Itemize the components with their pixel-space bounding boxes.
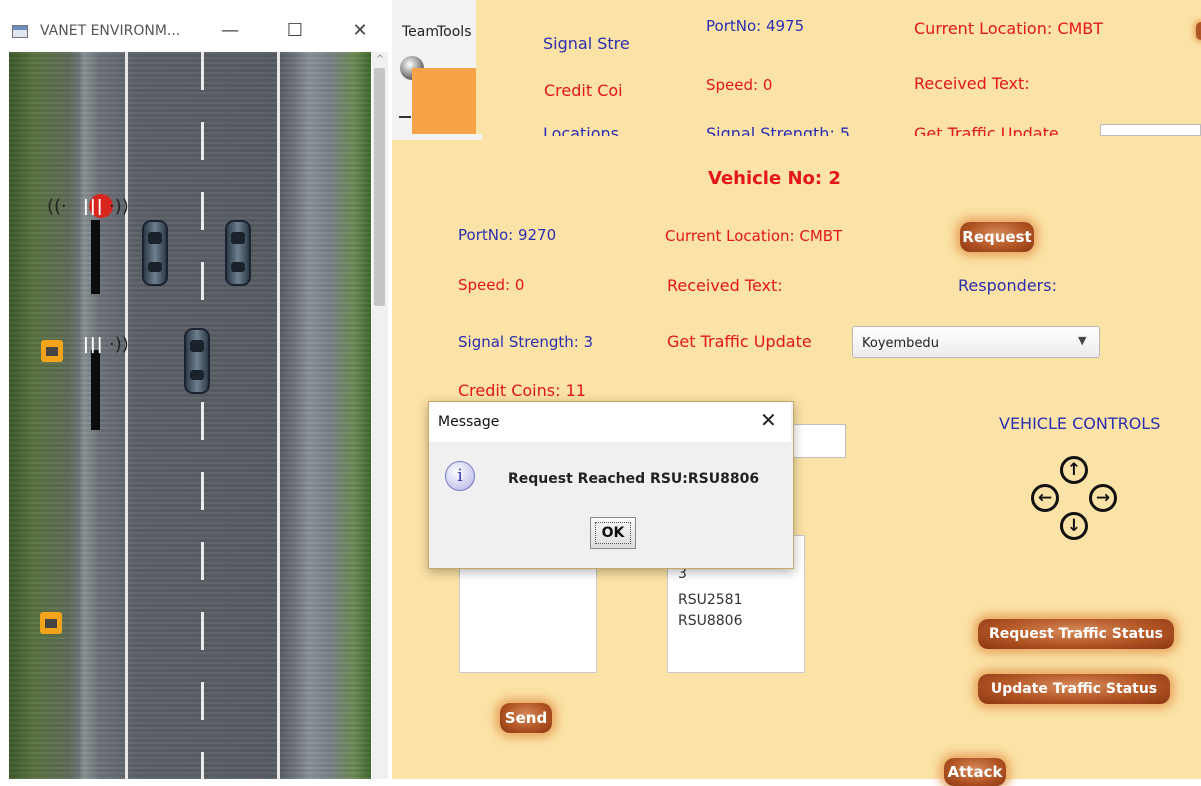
road-texture bbox=[9, 52, 371, 779]
tower-bars-icon: ||| bbox=[83, 334, 104, 353]
tower-bars-icon: ||| bbox=[83, 196, 104, 215]
back-signal-strength-label: Signal Stre bbox=[543, 34, 630, 53]
speed-label: Speed: 0 bbox=[458, 276, 525, 294]
signal-waves-icon: ((· bbox=[47, 196, 67, 217]
attack-button[interactable]: Attack bbox=[944, 758, 1006, 786]
list-item[interactable]: RSU2581 bbox=[678, 590, 743, 610]
information-icon: i bbox=[445, 461, 475, 491]
toolbar-separator bbox=[399, 116, 411, 118]
credit-coins-label: Credit Coins: 11 bbox=[458, 381, 586, 400]
ok-button-focus-ring bbox=[595, 522, 631, 544]
road-map-canvas: ||| ((· ·)) ||| ·)) bbox=[9, 52, 371, 779]
arrow-left-icon[interactable]: ← bbox=[1031, 484, 1059, 512]
request-traffic-status-button[interactable]: Request Traffic Status bbox=[978, 619, 1174, 649]
orange-panel bbox=[412, 68, 476, 134]
dialog-message: Request Reached RSU:RSU8806 bbox=[508, 471, 760, 487]
menu-team[interactable]: Team bbox=[402, 24, 439, 40]
update-traffic-status-button[interactable]: Update Traffic Status bbox=[978, 674, 1170, 704]
arrow-down-icon[interactable]: ↓ bbox=[1060, 512, 1088, 540]
send-button[interactable]: Send bbox=[500, 703, 552, 733]
lane-line-left bbox=[125, 52, 128, 779]
vehicle-number-heading: Vehicle No: 2 bbox=[708, 168, 841, 189]
message-text-field[interactable] bbox=[790, 424, 846, 458]
back-credit-coins-label: Credit Coi bbox=[544, 81, 623, 100]
port-no-label: PortNo: 9270 bbox=[458, 226, 557, 244]
dialog-title: Message bbox=[438, 414, 500, 430]
signal-strength-label: Signal Strength: 3 bbox=[458, 333, 594, 351]
back-port-no-label: PortNo: 4975 bbox=[706, 17, 805, 35]
current-location-label: Current Location: CMBT bbox=[665, 227, 843, 245]
traffic-location-value: Koyembedu bbox=[862, 336, 939, 351]
maximize-button[interactable]: ☐ bbox=[275, 14, 315, 48]
app-window-icon bbox=[12, 25, 28, 38]
back-signal-strength-full-label: Signal Strength: 5 bbox=[706, 124, 851, 136]
vehicle-car-icon[interactable] bbox=[225, 220, 251, 286]
get-traffic-update-label: Get Traffic Update bbox=[667, 332, 812, 351]
scroll-up-icon[interactable]: ^ bbox=[372, 52, 388, 68]
list-item[interactable]: RSU8806 bbox=[678, 611, 743, 631]
back-request-button-edge[interactable] bbox=[1196, 22, 1201, 40]
back-received-text-label: Received Text: bbox=[914, 74, 1030, 93]
arrow-up-icon[interactable]: ↑ bbox=[1060, 456, 1088, 484]
vehicle-controls-label: VEHICLE CONTROLS bbox=[999, 414, 1161, 433]
back-traffic-combo[interactable] bbox=[1100, 124, 1201, 136]
rsu-tower-pole bbox=[91, 220, 100, 294]
responders-label: Responders: bbox=[958, 276, 1057, 295]
back-get-traffic-update-label: Get Traffic Update bbox=[914, 124, 1059, 136]
back-clipped-row: Locations Signal Strength: 5 Get Traffic… bbox=[543, 124, 1103, 136]
vehicle-car-icon[interactable] bbox=[184, 328, 210, 394]
lane-line-right bbox=[277, 52, 280, 779]
close-window-button[interactable]: ✕ bbox=[340, 14, 380, 48]
back-locations-label: Locations bbox=[543, 124, 620, 136]
signal-waves-icon: ·)) bbox=[109, 334, 129, 355]
request-button[interactable]: Request bbox=[960, 222, 1034, 252]
rsu-station-icon[interactable] bbox=[41, 340, 63, 362]
lane-line-center bbox=[201, 52, 204, 779]
signal-waves-icon: ·)) bbox=[109, 196, 129, 217]
chevron-down-icon[interactable]: ▼ bbox=[1078, 334, 1086, 347]
scrollbar-thumb[interactable] bbox=[374, 68, 385, 306]
vanet-window-title: VANET ENVIRONM... bbox=[40, 23, 181, 39]
received-text-label: Received Text: bbox=[667, 276, 783, 295]
back-current-location-label: Current Location: CMBT bbox=[914, 19, 1104, 38]
arrow-right-icon[interactable]: → bbox=[1089, 484, 1117, 512]
back-speed-label: Speed: 0 bbox=[706, 76, 773, 94]
minimize-button[interactable]: — bbox=[210, 14, 250, 48]
rsu-station-icon[interactable] bbox=[40, 612, 62, 634]
close-icon[interactable]: ✕ bbox=[760, 408, 777, 432]
rsu-tower-pole bbox=[91, 350, 100, 430]
vehicle-car-icon[interactable] bbox=[142, 220, 168, 286]
menu-tools[interactable]: Tools bbox=[437, 24, 473, 40]
